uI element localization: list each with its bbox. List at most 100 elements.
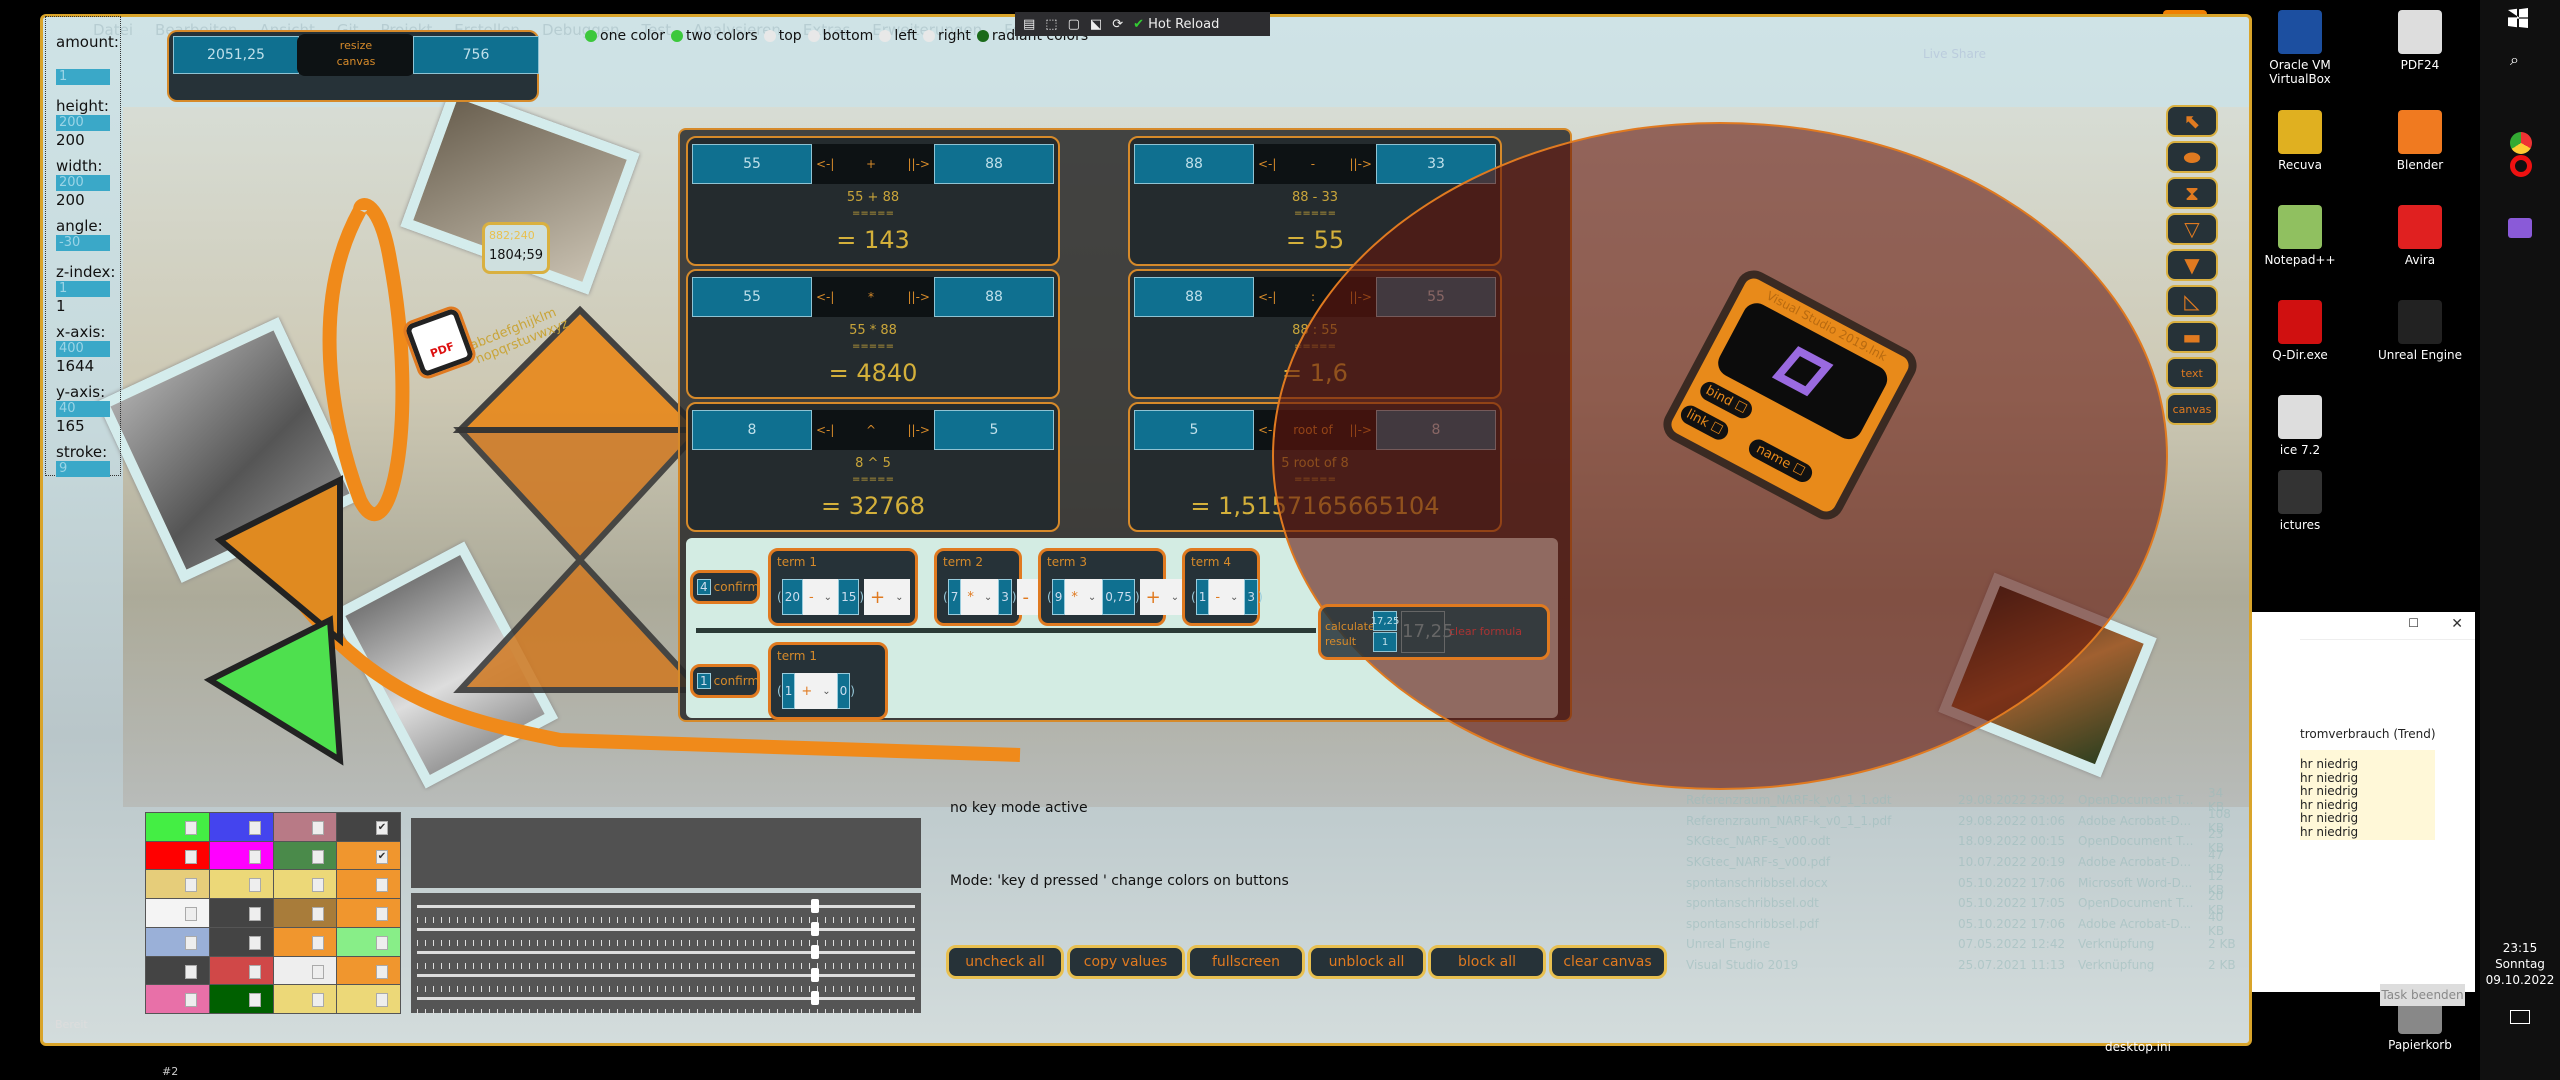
color-slider[interactable] (417, 945, 915, 959)
swatch-checkbox[interactable] (376, 878, 388, 893)
text-tool-button[interactable]: text (2166, 357, 2218, 389)
select-icon[interactable]: ⬚ (1045, 17, 1057, 32)
next-operator-select[interactable]: + ⌄ (864, 579, 910, 615)
fullscreen-button[interactable]: fullscreen (1187, 945, 1305, 979)
swap-left-button[interactable]: <-| (816, 423, 834, 437)
desktop-ini-label[interactable]: desktop.ini (2105, 1040, 2171, 1054)
operand-b-input[interactable]: 5 (934, 410, 1054, 450)
file-row[interactable]: Visual Studio 2019 25.07.2021 11:13 Verknü… (1668, 955, 2240, 976)
next-operator-select[interactable]: + ⌄ (1139, 579, 1186, 615)
color-slider[interactable] (417, 922, 915, 936)
color-swatch[interactable] (209, 985, 273, 1013)
canvas-tool-button[interactable]: canvas (2166, 393, 2218, 425)
swatch-checkbox[interactable] (376, 935, 388, 950)
ellipse-tool-button[interactable]: ⬬ (2166, 141, 2218, 173)
color-swatch[interactable]: ✔ (337, 841, 400, 870)
color-swatch[interactable] (273, 956, 337, 985)
confirm-button[interactable]: 1 confirm (690, 664, 760, 698)
color-swatch[interactable] (209, 870, 273, 899)
swatch-checkbox[interactable] (312, 878, 325, 893)
color-swatch[interactable] (209, 813, 273, 841)
unblock-all-button[interactable]: unblock all (1307, 945, 1426, 979)
term-operand-a[interactable]: 1 (781, 673, 796, 709)
swatch-checkbox[interactable] (312, 993, 325, 1008)
swap-left-button[interactable]: <-| (1258, 157, 1276, 171)
confirm-button[interactable]: 4 confirm (690, 570, 760, 604)
small-triangle-tool-button[interactable]: ▽ (2166, 213, 2218, 245)
field-input[interactable]: -30 (56, 235, 110, 251)
color-swatch[interactable] (273, 899, 337, 927)
color-swatch[interactable] (337, 870, 400, 899)
operand-a-input[interactable]: 55 (692, 144, 812, 184)
field-input[interactable]: 40 (56, 401, 110, 417)
color-swatch[interactable] (273, 927, 337, 956)
swatch-checkbox[interactable] (312, 907, 325, 922)
operand-a-input[interactable]: 88 (1134, 277, 1254, 317)
toolbar-icon[interactable]: ▤ (1023, 17, 1035, 32)
radio-option[interactable]: left (879, 28, 917, 44)
swatch-checkbox[interactable] (376, 907, 388, 922)
operand-a-input[interactable]: 88 (1134, 144, 1254, 184)
radio-option[interactable]: one color (585, 28, 665, 44)
slider-thumb[interactable] (811, 899, 820, 913)
color-swatch[interactable] (146, 870, 209, 899)
term-operand-a[interactable]: 9 (1051, 579, 1066, 615)
color-swatch[interactable] (273, 870, 337, 899)
color-swatch[interactable] (146, 927, 209, 956)
term-operand-b[interactable]: 3 (998, 579, 1012, 615)
color-swatch[interactable] (146, 813, 209, 841)
color-slider[interactable] (417, 968, 915, 982)
radio-option[interactable]: bottom (807, 28, 873, 44)
swatch-checkbox[interactable] (184, 849, 197, 864)
tab-label[interactable]: #2 (162, 1065, 178, 1078)
swatch-checkbox[interactable] (376, 993, 388, 1008)
operand-a-input[interactable]: 5 (1134, 410, 1254, 450)
field-input[interactable]: 1 (56, 281, 110, 297)
block-all-button[interactable]: block all (1428, 945, 1546, 979)
operator-select[interactable]: * ⌄ (961, 579, 999, 615)
swap-left-button[interactable]: <-| (816, 157, 834, 171)
operator-select[interactable]: + ⌄ (795, 673, 837, 709)
slider-thumb[interactable] (811, 945, 820, 959)
copy-values-button[interactable]: copy values (1066, 945, 1185, 979)
field-input[interactable]: 200 (56, 175, 110, 191)
field-input[interactable]: 400 (56, 341, 110, 357)
hot-reload-button[interactable]: ✔ Hot Reload (1133, 17, 1219, 32)
term-operand-b[interactable]: 15 (838, 579, 860, 615)
swatch-checkbox[interactable] (184, 964, 197, 979)
term-operand-a[interactable]: 7 (947, 579, 962, 615)
term-count[interactable]: 4 (697, 579, 711, 595)
color-swatch[interactable] (209, 841, 273, 870)
field-input[interactable]: 1 (56, 69, 110, 85)
color-swatch[interactable] (146, 985, 209, 1013)
clear-canvas-button[interactable]: clear canvas (1548, 945, 1667, 979)
inspect-icon[interactable]: ⬕ (1090, 17, 1102, 32)
swatch-checkbox[interactable] (184, 993, 197, 1008)
color-slider[interactable] (417, 899, 915, 913)
swatch-checkbox[interactable] (248, 935, 261, 950)
color-swatch[interactable] (337, 927, 400, 956)
term-count[interactable]: 1 (697, 673, 711, 689)
radio-option[interactable]: two colors (670, 28, 758, 44)
calculate-result-button[interactable]: calculate result (1325, 619, 1375, 649)
field-input[interactable]: 200 (56, 115, 110, 131)
radio-option[interactable]: right (923, 28, 971, 44)
color-swatch[interactable] (146, 899, 209, 927)
canvas-width-input[interactable]: 2051,25 (173, 36, 299, 74)
triangle-tool-button[interactable]: ▼ (2166, 249, 2218, 281)
term-operand-b[interactable]: 0,75 (1102, 579, 1135, 615)
operand-a-input[interactable]: 55 (692, 277, 812, 317)
swatch-checkbox[interactable] (312, 964, 325, 979)
operator-select[interactable]: - ⌄ (1209, 579, 1245, 615)
color-swatch[interactable] (337, 899, 400, 927)
swatch-checkbox[interactable] (184, 878, 197, 893)
color-swatch[interactable] (273, 985, 337, 1013)
term-operand-b[interactable]: 0 (836, 673, 851, 709)
file-row[interactable]: spontanschribbsel.docx 05.10.2022 17:06 Mi… (1668, 869, 2240, 897)
swap-left-button[interactable]: <-| (816, 290, 834, 304)
file-row[interactable]: Referenzraum_NARF-k_v0_1_1.pdf 29.08.2022… (1668, 807, 2240, 835)
color-swatch[interactable] (146, 841, 209, 870)
color-swatch[interactable] (273, 813, 337, 841)
hourglass-tool-button[interactable]: ⧗ (2166, 177, 2218, 209)
radio-option[interactable]: top (763, 28, 802, 44)
